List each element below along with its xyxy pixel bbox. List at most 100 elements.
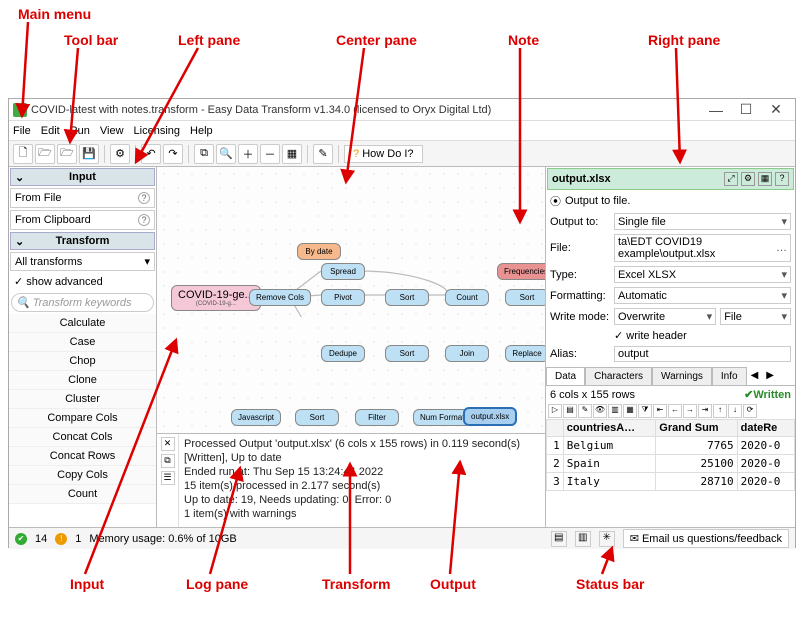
tab-warnings[interactable]: Warnings xyxy=(652,367,712,385)
menu-view[interactable]: View xyxy=(100,125,124,137)
transform-node-replace[interactable]: Replace xyxy=(505,345,545,362)
log-clear-icon[interactable]: ✕ xyxy=(161,437,175,451)
tool-icon[interactable]: ⟳ xyxy=(743,404,757,418)
list-item[interactable]: Cluster xyxy=(9,390,156,409)
run-icon[interactable]: ⚙ xyxy=(110,144,130,164)
log-copy-icon[interactable]: ⧉ xyxy=(161,454,175,468)
center-canvas[interactable]: By date COVID-19-ge...(COVID-19-g... Rem… xyxy=(157,167,545,433)
write-header-checkbox[interactable]: ✓ write header xyxy=(614,329,687,342)
input-section-header[interactable]: ⌄Input xyxy=(10,168,155,186)
list-item[interactable]: Clone xyxy=(9,371,156,390)
help-icon[interactable]: ? xyxy=(138,192,150,204)
list-item[interactable]: Count xyxy=(9,485,156,504)
list-item[interactable]: Case xyxy=(9,333,156,352)
alias-input[interactable]: output xyxy=(614,346,791,362)
log-toggle-icon[interactable]: ☰ xyxy=(161,471,175,485)
copy-icon[interactable]: ⧉ xyxy=(194,144,214,164)
transform-node-sort[interactable]: Sort xyxy=(295,409,339,426)
pane-icon[interactable]: ⚙ xyxy=(741,172,755,186)
data-table[interactable]: countriesA…Grand SumdateRe 1Belgium77652… xyxy=(546,419,795,491)
from-file-button[interactable]: From File? xyxy=(10,188,155,208)
tool-icon[interactable]: → xyxy=(683,404,697,418)
transform-node-sort[interactable]: Sort xyxy=(385,345,429,362)
tool-icon[interactable]: ✎ xyxy=(578,404,592,418)
close-button[interactable]: ✕ xyxy=(761,101,791,118)
transform-node-count[interactable]: Count xyxy=(445,289,489,306)
status-icon[interactable]: ▤ xyxy=(551,531,567,547)
tab-data[interactable]: Data xyxy=(546,367,585,385)
output-to-select[interactable]: Single file▾ xyxy=(614,213,791,230)
list-item[interactable]: Chop xyxy=(9,352,156,371)
writemode-select[interactable]: Overwrite▾ xyxy=(614,308,716,325)
transform-node-removecols[interactable]: Remove Cols xyxy=(249,289,311,306)
open-icon[interactable]: 🗁 xyxy=(35,144,55,164)
output-node[interactable]: output.xlsx xyxy=(463,407,517,426)
list-item[interactable]: Concat Cols xyxy=(9,428,156,447)
note-node-frequencies[interactable]: Frequencies xyxy=(497,263,545,280)
tool-icon[interactable]: ⇤ xyxy=(653,404,667,418)
email-feedback-button[interactable]: ✉ Email us questions/feedback xyxy=(623,529,789,548)
type-select[interactable]: Excel XLSX▾ xyxy=(614,266,791,283)
file-field[interactable]: ta\EDT COVID19 example\output.xlsx… xyxy=(614,234,791,262)
transform-node-pivot[interactable]: Pivot xyxy=(321,289,365,306)
undo-icon[interactable]: ↶ xyxy=(141,144,161,164)
note-icon[interactable]: ✎ xyxy=(313,144,333,164)
tool-icon[interactable]: ⇥ xyxy=(698,404,712,418)
tool-icon[interactable]: ↓ xyxy=(728,404,742,418)
transform-node-spread[interactable]: Spread xyxy=(321,263,365,280)
transform-list[interactable]: Calculate Case Chop Clone Cluster Compar… xyxy=(9,314,156,527)
menu-help[interactable]: Help xyxy=(190,125,213,137)
tab-nav-right[interactable]: ▶ xyxy=(762,367,778,385)
pane-icon[interactable]: ▦ xyxy=(758,172,772,186)
maximize-button[interactable]: ☐ xyxy=(731,101,761,118)
tool-icon[interactable]: ▥ xyxy=(608,404,622,418)
tool-icon[interactable]: ▦ xyxy=(623,404,637,418)
note-node-bydate[interactable]: By date xyxy=(297,243,341,260)
new-icon[interactable]: 🗋 xyxy=(13,144,33,164)
pane-icon[interactable]: ⤢ xyxy=(724,172,738,186)
menu-edit[interactable]: Edit xyxy=(41,125,60,137)
zoom-in-icon[interactable]: ＋ xyxy=(238,144,258,164)
status-icon[interactable]: ✳ xyxy=(599,531,615,547)
from-clipboard-button[interactable]: From Clipboard? xyxy=(10,210,155,230)
tool-icon[interactable]: 👁 xyxy=(593,404,607,418)
tool-icon[interactable]: ↑ xyxy=(713,404,727,418)
tab-characters[interactable]: Characters xyxy=(585,367,652,385)
writemode-target-select[interactable]: File▾ xyxy=(720,308,791,325)
zoom-fit-icon[interactable]: 🔍 xyxy=(216,144,236,164)
tab-nav-left[interactable]: ◀ xyxy=(747,367,763,385)
tool-icon[interactable]: ⧩ xyxy=(638,404,652,418)
list-item[interactable]: Concat Rows xyxy=(9,447,156,466)
input-node[interactable]: COVID-19-ge...(COVID-19-g... xyxy=(171,285,261,311)
help-icon[interactable]: ? xyxy=(138,214,150,226)
transform-node-sort[interactable]: Sort xyxy=(385,289,429,306)
transform-node-sort[interactable]: Sort xyxy=(505,289,545,306)
list-item[interactable]: Compare Cols xyxy=(9,409,156,428)
save-icon[interactable]: 💾 xyxy=(79,144,99,164)
grid-icon[interactable]: ▦ xyxy=(282,144,302,164)
all-transforms-select[interactable]: All transforms▾ xyxy=(10,252,155,271)
transform-section-header[interactable]: ⌄Transform xyxy=(10,232,155,250)
transform-node-dedupe[interactable]: Dedupe xyxy=(321,345,365,362)
tool-icon[interactable]: ▷ xyxy=(548,404,562,418)
tool-icon[interactable]: ← xyxy=(668,404,682,418)
transform-node-filter[interactable]: Filter xyxy=(355,409,399,426)
menu-run[interactable]: Run xyxy=(70,125,90,137)
show-advanced-checkbox[interactable]: ✓ show advanced xyxy=(10,273,155,290)
status-icon[interactable]: ▥ xyxy=(575,531,591,547)
transform-node-javascript[interactable]: Javascript xyxy=(231,409,281,426)
formatting-select[interactable]: Automatic▾ xyxy=(614,287,791,304)
tab-info[interactable]: Info xyxy=(712,367,747,385)
minimize-button[interactable]: — xyxy=(701,102,731,118)
help-icon[interactable]: ? xyxy=(775,172,789,186)
how-do-i-button[interactable]: ? How Do I? xyxy=(344,145,423,163)
open2-icon[interactable]: 🗁 xyxy=(57,144,77,164)
menu-licensing[interactable]: Licensing xyxy=(134,125,180,137)
tool-icon[interactable]: ▤ xyxy=(563,404,577,418)
zoom-out-icon[interactable]: － xyxy=(260,144,280,164)
transform-node-join[interactable]: Join xyxy=(445,345,489,362)
list-item[interactable]: Calculate xyxy=(9,314,156,333)
redo-icon[interactable]: ↷ xyxy=(163,144,183,164)
list-item[interactable]: Copy Cols xyxy=(9,466,156,485)
menu-file[interactable]: File xyxy=(13,125,31,137)
